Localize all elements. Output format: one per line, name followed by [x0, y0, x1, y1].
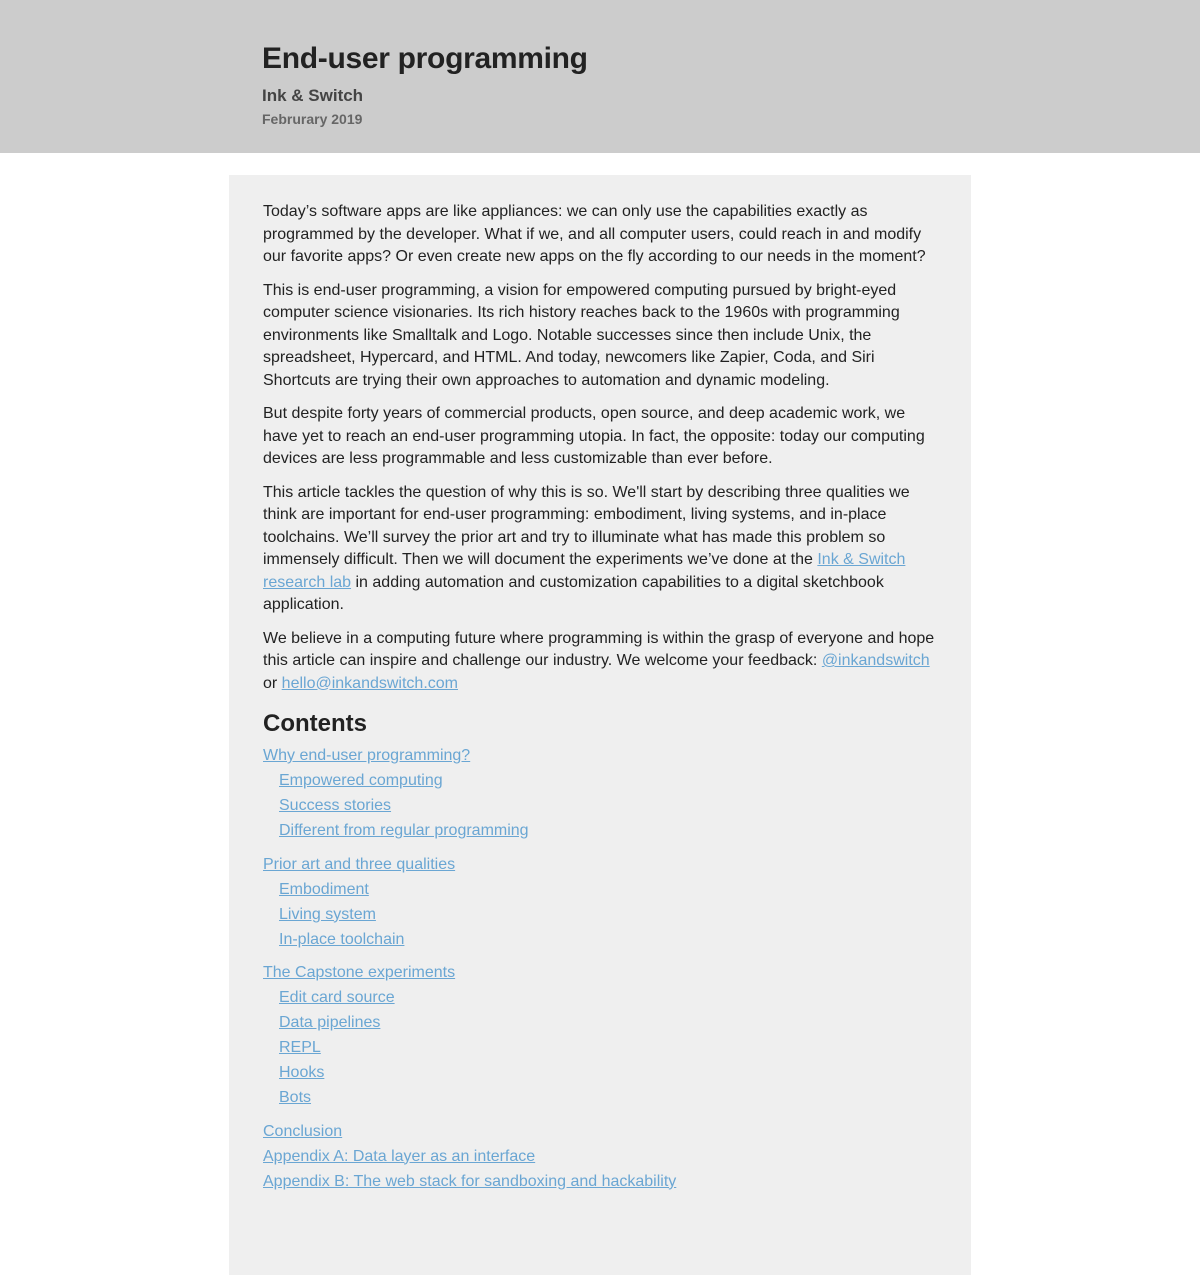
header-content: End-user programming Ink & Switch Februr…	[262, 41, 1200, 128]
table-of-contents: Why end-user programming? Empowered comp…	[263, 745, 937, 1193]
toc-subsection: Success stories	[279, 795, 937, 818]
intro-paragraph-3: But despite forty years of commercial pr…	[263, 405, 925, 467]
toc-link-edit-card-source[interactable]: Edit card source	[279, 989, 395, 1006]
toc-subsection: Hooks	[279, 1062, 937, 1085]
intro-paragraph-1: Today’s software apps are like appliance…	[263, 203, 926, 265]
toc-link-bots[interactable]: Bots	[279, 1089, 311, 1106]
paragraph-text: This article tackles the question of why…	[263, 483, 910, 569]
contents-heading: Contents	[263, 710, 367, 737]
toc-subsection-list: Empowered computing Success stories Diff…	[263, 770, 937, 843]
toc-link-why-end-user-programming[interactable]: Why end-user programming?	[263, 747, 470, 764]
toc-link-repl[interactable]: REPL	[279, 1039, 321, 1056]
intro-paragraph-2: This is end-user programming, a vision f…	[263, 281, 900, 389]
toc-subsection: Living system	[279, 904, 937, 927]
toc-section: The Capstone experiments Edit card sourc…	[263, 962, 937, 1110]
toc-link-capstone-experiments[interactable]: The Capstone experiments	[263, 964, 455, 981]
toc-subsection: Empowered computing	[279, 770, 937, 793]
toc-link-hooks[interactable]: Hooks	[279, 1064, 324, 1081]
author: Ink & Switch	[262, 86, 364, 105]
toc-subsection: Different from regular programming	[279, 820, 937, 843]
toc-subsection: Embodiment	[279, 879, 937, 902]
toc-section: Why end-user programming? Empowered comp…	[263, 745, 937, 843]
toc-subsection: In-place toolchain	[279, 929, 937, 952]
page-title: End-user programming	[262, 42, 588, 75]
toc-link-empowered-computing[interactable]: Empowered computing	[279, 772, 443, 789]
toc-link-appendix-b[interactable]: Appendix B: The web stack for sandboxing…	[263, 1173, 676, 1190]
intro-paragraph-4: This article tackles the question of why…	[263, 482, 937, 617]
toc-link-conclusion[interactable]: Conclusion	[263, 1123, 342, 1140]
page-header: End-user programming Ink & Switch Februr…	[0, 0, 1200, 153]
toc-section: Prior art and three qualities Embodiment…	[263, 854, 937, 952]
toc-section: Appendix A: Data layer as an interface	[263, 1146, 937, 1169]
toc-subsection: REPL	[279, 1037, 937, 1060]
paragraph-text: in adding automation and customization c…	[263, 573, 884, 614]
toc-subsection: Edit card source	[279, 987, 937, 1010]
toc-link-data-pipelines[interactable]: Data pipelines	[279, 1014, 380, 1031]
toc-section: Appendix B: The web stack for sandboxing…	[263, 1171, 937, 1194]
article-body: Today’s software apps are like appliance…	[229, 175, 971, 1275]
toc-link-appendix-a[interactable]: Appendix A: Data layer as an interface	[263, 1148, 535, 1165]
toc-link-in-place-toolchain[interactable]: In-place toolchain	[279, 931, 404, 948]
publish-date: Februrary 2019	[262, 111, 363, 127]
toc-subsection-list: Embodiment Living system In-place toolch…	[263, 879, 937, 952]
toc-link-prior-art[interactable]: Prior art and three qualities	[263, 856, 455, 873]
toc-link-success-stories[interactable]: Success stories	[279, 797, 391, 814]
toc-subsection: Bots	[279, 1087, 937, 1110]
twitter-link[interactable]: @inkandswitch	[822, 652, 930, 669]
email-link[interactable]: hello@inkandswitch.com	[282, 675, 458, 692]
toc-subsection-list: Edit card source Data pipelines REPL Hoo…	[263, 987, 937, 1110]
toc-link-different-from-regular[interactable]: Different from regular programming	[279, 822, 529, 839]
intro-paragraph-5: We believe in a computing future where p…	[263, 628, 937, 696]
toc-subsection: Data pipelines	[279, 1012, 937, 1035]
toc-link-living-system[interactable]: Living system	[279, 906, 376, 923]
paragraph-text: or	[263, 674, 282, 692]
toc-link-embodiment[interactable]: Embodiment	[279, 881, 369, 898]
toc-section: Conclusion	[263, 1121, 937, 1144]
